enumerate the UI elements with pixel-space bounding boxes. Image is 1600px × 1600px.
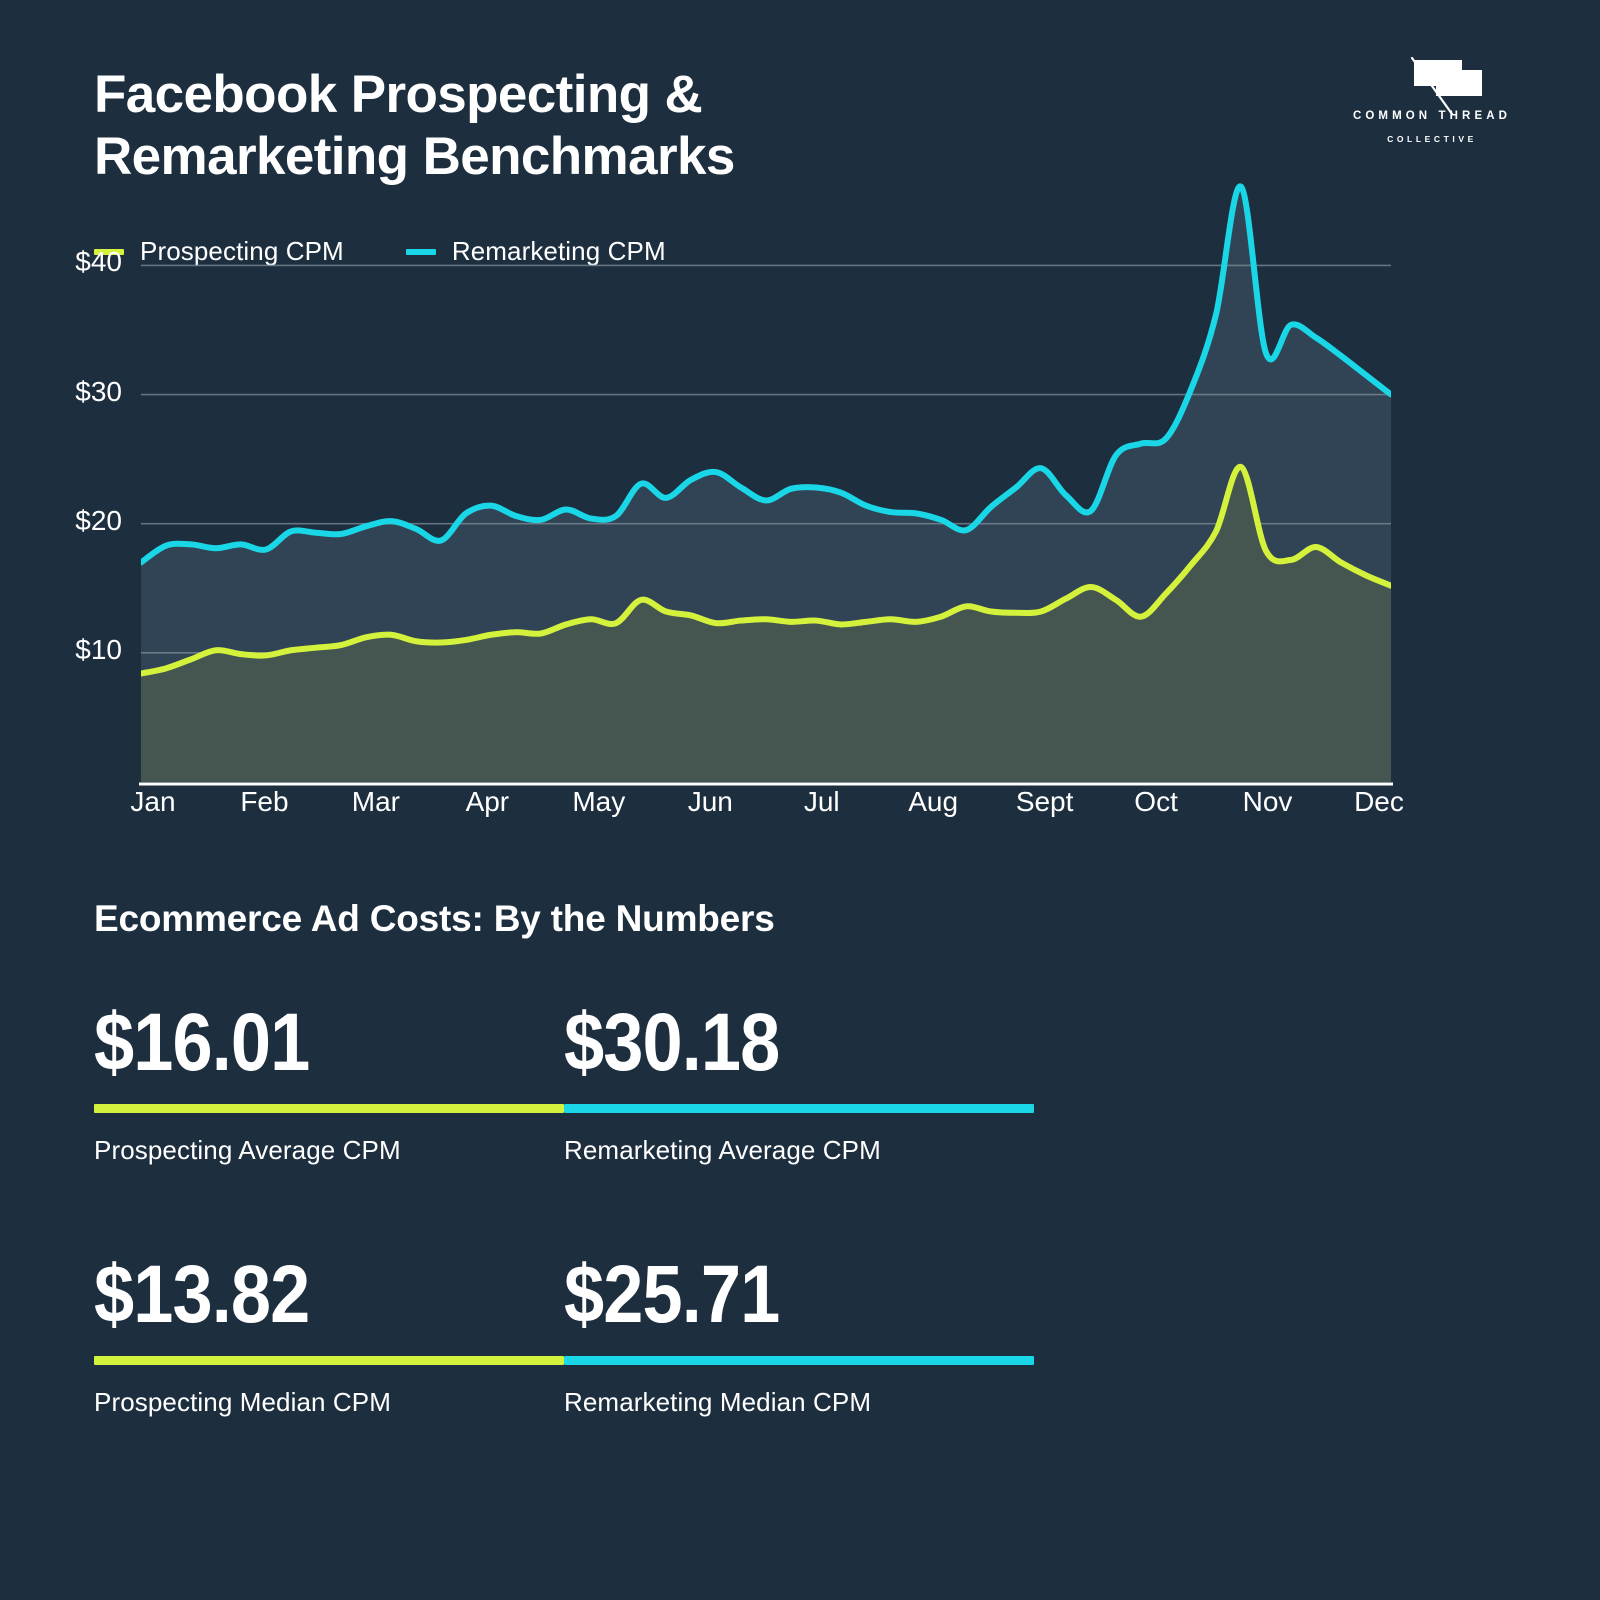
x-axis-tick-label: Aug [908, 786, 959, 817]
stat-remarketing-median: $25.71 Remarketing Median CPM [564, 1249, 1034, 1418]
infographic-page: Facebook Prospecting & Remarketing Bench… [0, 0, 1600, 1600]
stat-value: $30.18 [564, 997, 780, 1088]
x-axis-tick-label: Jun [687, 786, 733, 817]
stat-value: $13.82 [94, 1249, 310, 1341]
x-axis-tick-label: Jan [130, 786, 176, 817]
chart-canvas [139, 183, 1393, 786]
x-axis-tick-label: Mar [351, 786, 401, 817]
stat-value: $16.01 [94, 997, 310, 1088]
stat-label: Remarketing Median CPM [564, 1387, 872, 1418]
x-axis-tick-label: May [572, 786, 626, 817]
stat-prospecting-average: $16.01 Prospecting Average CPM [94, 997, 564, 1166]
x-axis-ticks: Jan Feb Mar Apr May Jun Jul Aug Sept Oct Nov Dec [130, 786, 1403, 818]
cpm-area-chart: $10 $20 $30 $40 Jan Feb Mar Apr May Jun Jul Aug Sep… [0, 0, 1600, 860]
x-axis-tick-label: Oct [1134, 786, 1178, 817]
y-axis-ticks: $10 $20 $30 $40 [0, 0, 122, 800]
stat-value: $25.71 [564, 1249, 780, 1341]
stat-accent-rule [94, 1356, 564, 1366]
stats-grid: $16.01 Prospecting Average CPM $30.18 Re… [94, 997, 1094, 1418]
stat-prospecting-median: $13.82 Prospecting Median CPM [94, 1249, 564, 1418]
y-axis-tick-label: $10 [75, 633, 122, 665]
y-axis-tick-label: $20 [75, 504, 122, 536]
stat-accent-rule [564, 1104, 1034, 1114]
x-axis-tick-label: Sept [1015, 786, 1074, 817]
stats-row-median: $13.82 Prospecting Median CPM $25.71 Rem… [94, 1249, 1094, 1418]
x-axis-tick-label: Apr [465, 786, 510, 817]
stats-heading: Ecommerce Ad Costs: By the Numbers [94, 898, 775, 939]
stat-accent-rule [564, 1356, 1034, 1366]
stat-label: Prospecting Average CPM [94, 1135, 401, 1166]
stat-label: Prospecting Median CPM [94, 1387, 391, 1418]
y-axis-tick-label: $40 [75, 246, 122, 278]
x-axis-tick-label: Feb [240, 786, 289, 817]
x-axis-tick-label: Dec [1354, 786, 1404, 817]
x-axis-tick-label: Jul [803, 786, 840, 817]
y-axis-tick-label: $30 [75, 375, 122, 407]
x-axis-tick-label: Nov [1242, 786, 1293, 817]
stat-accent-rule [94, 1104, 564, 1114]
stat-remarketing-average: $30.18 Remarketing Average CPM [564, 997, 1034, 1166]
stats-row-average: $16.01 Prospecting Average CPM $30.18 Re… [94, 997, 1094, 1166]
stat-label: Remarketing Average CPM [564, 1135, 881, 1166]
